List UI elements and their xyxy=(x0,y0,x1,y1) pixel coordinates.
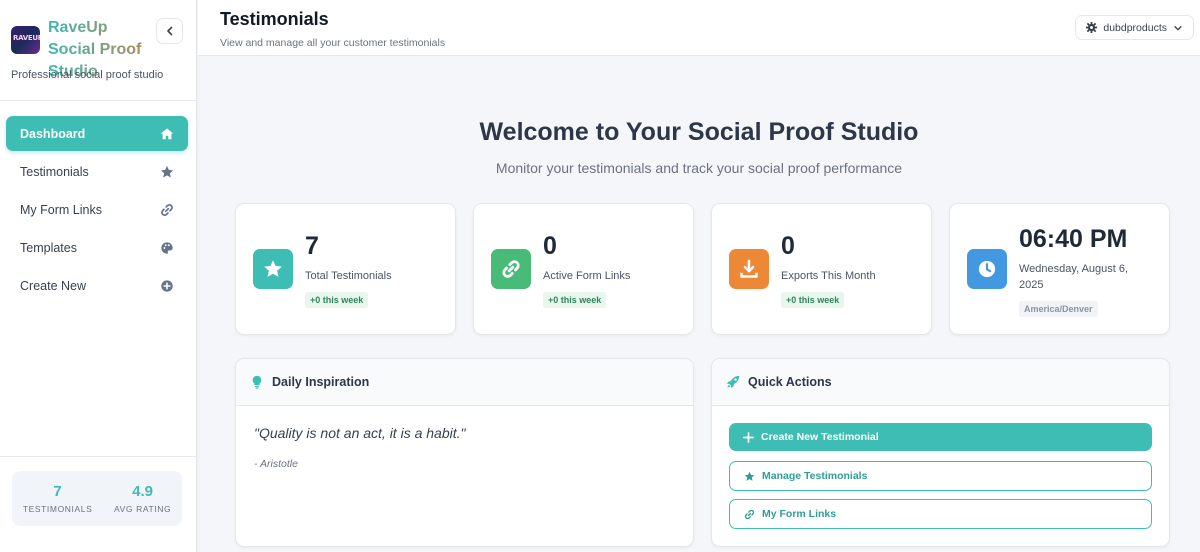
manage-testimonials-button[interactable]: Manage Testimonials xyxy=(729,461,1152,491)
link-icon xyxy=(502,260,520,278)
stat-label: Exports This Month xyxy=(781,270,876,282)
stat-label: AVG RATING xyxy=(114,504,172,514)
stat-icon-box xyxy=(967,249,1007,289)
stat-value: 7 xyxy=(53,483,62,500)
stat-card-active-form-links: 0 Active Form Links +0 this week xyxy=(473,203,694,335)
panel-title: Daily Inspiration xyxy=(272,375,370,389)
link-icon xyxy=(161,203,173,216)
username: dubdproducts xyxy=(1103,21,1167,34)
sidebar-item-label: Dashboard xyxy=(20,126,86,141)
sidebar-nav: Dashboard Testimonials My Form Links Tem… xyxy=(6,116,188,306)
panel-header: Quick Actions xyxy=(712,359,1169,406)
user-menu-button[interactable]: dubdproducts xyxy=(1075,15,1194,40)
star-icon xyxy=(160,165,174,178)
app-logo: RAVEUP xyxy=(11,26,40,54)
sidebar-item-testimonials[interactable]: Testimonials xyxy=(6,154,188,189)
sidebar-item-templates[interactable]: Templates xyxy=(6,230,188,265)
button-label: Create New Testimonial xyxy=(761,431,879,443)
star-icon xyxy=(744,471,755,481)
star-icon xyxy=(264,260,282,277)
sidebar: RAVEUP RaveUp Social Proof Studio Profes… xyxy=(0,0,197,552)
top-header: Testimonials View and manage all your cu… xyxy=(198,0,1200,56)
stat-value: 4.9 xyxy=(132,483,154,500)
home-icon xyxy=(160,127,174,139)
sidebar-item-form-links[interactable]: My Form Links xyxy=(6,192,188,227)
stat-icon-box xyxy=(491,249,531,289)
lightbulb-icon xyxy=(252,375,262,389)
quote-author: - Aristotle xyxy=(254,458,298,470)
sidebar-item-dashboard[interactable]: Dashboard xyxy=(6,116,188,151)
stat-icon-box xyxy=(253,249,293,289)
clock-time: 06:40 PM xyxy=(1019,225,1128,253)
sidebar-item-label: Templates xyxy=(20,240,77,255)
welcome-subtitle: Monitor your testimonials and track your… xyxy=(495,160,903,176)
stat-value: 7 xyxy=(305,232,319,260)
rocket-icon xyxy=(726,375,740,389)
my-form-links-button[interactable]: My Form Links xyxy=(729,499,1152,529)
chevron-left-icon xyxy=(166,26,172,36)
button-label: Manage Testimonials xyxy=(762,470,868,482)
daily-inspiration-panel: Daily Inspiration "Quality is not an act… xyxy=(235,358,694,547)
divider xyxy=(0,100,196,101)
panel-title: Quick Actions xyxy=(748,375,832,389)
stat-label: TESTIMONIALS xyxy=(22,504,93,514)
sidebar-stats: 7 TESTIMONIALS 4.9 AVG RATING xyxy=(12,471,182,526)
link-icon xyxy=(744,509,755,519)
sidebar-item-label: Create New xyxy=(20,278,86,293)
welcome-title: Welcome to Your Social Proof Studio xyxy=(479,118,919,146)
stat-value: 0 xyxy=(781,232,795,260)
brand-tagline: Professional social proof studio xyxy=(11,69,164,81)
stat-value: 0 xyxy=(543,232,557,260)
quick-actions-panel: Quick Actions Create New Testimonial Man… xyxy=(711,358,1170,547)
plus-icon xyxy=(743,431,754,443)
inspiration-quote: "Quality is not an act, it is a habit." xyxy=(254,425,466,441)
stat-testimonials: 7 TESTIMONIALS xyxy=(23,483,93,514)
sidebar-item-label: My Form Links xyxy=(20,202,102,217)
sidebar-item-create-new[interactable]: Create New xyxy=(6,268,188,303)
trend-badge: +0 this week xyxy=(781,292,845,308)
stat-avg-rating: 4.9 AVG RATING xyxy=(114,483,171,514)
trend-badge: +0 this week xyxy=(305,292,369,308)
stat-icon-box xyxy=(729,249,769,289)
plus-circle-icon xyxy=(161,279,173,292)
create-new-testimonial-button[interactable]: Create New Testimonial xyxy=(729,423,1152,451)
stat-label: Total Testimonials xyxy=(305,270,392,282)
gear-icon xyxy=(1086,22,1098,33)
clock-icon xyxy=(978,260,996,278)
clock-card: 06:40 PM Wednesday, August 6, 2025 Ameri… xyxy=(949,203,1170,335)
page-subtitle: View and manage all your customer testim… xyxy=(220,37,446,49)
panel-header: Daily Inspiration xyxy=(236,359,693,406)
stat-card-exports: 0 Exports This Month +0 this week xyxy=(711,203,932,335)
download-icon xyxy=(740,259,758,278)
stat-card-total-testimonials: 7 Total Testimonials +0 this week xyxy=(235,203,456,335)
chevron-down-icon xyxy=(1174,25,1182,30)
palette-icon xyxy=(161,241,173,254)
timezone-badge: America/Denver xyxy=(1019,301,1098,317)
trend-badge: +0 this week xyxy=(543,292,607,308)
divider xyxy=(0,456,196,457)
sidebar-item-label: Testimonials xyxy=(20,164,89,179)
stat-label: Active Form Links xyxy=(543,270,631,282)
collapse-sidebar-button[interactable] xyxy=(156,18,183,44)
clock-date: Wednesday, August 6, 2025 xyxy=(1019,263,1129,291)
page-title: Testimonials xyxy=(220,9,329,29)
button-label: My Form Links xyxy=(762,508,837,520)
